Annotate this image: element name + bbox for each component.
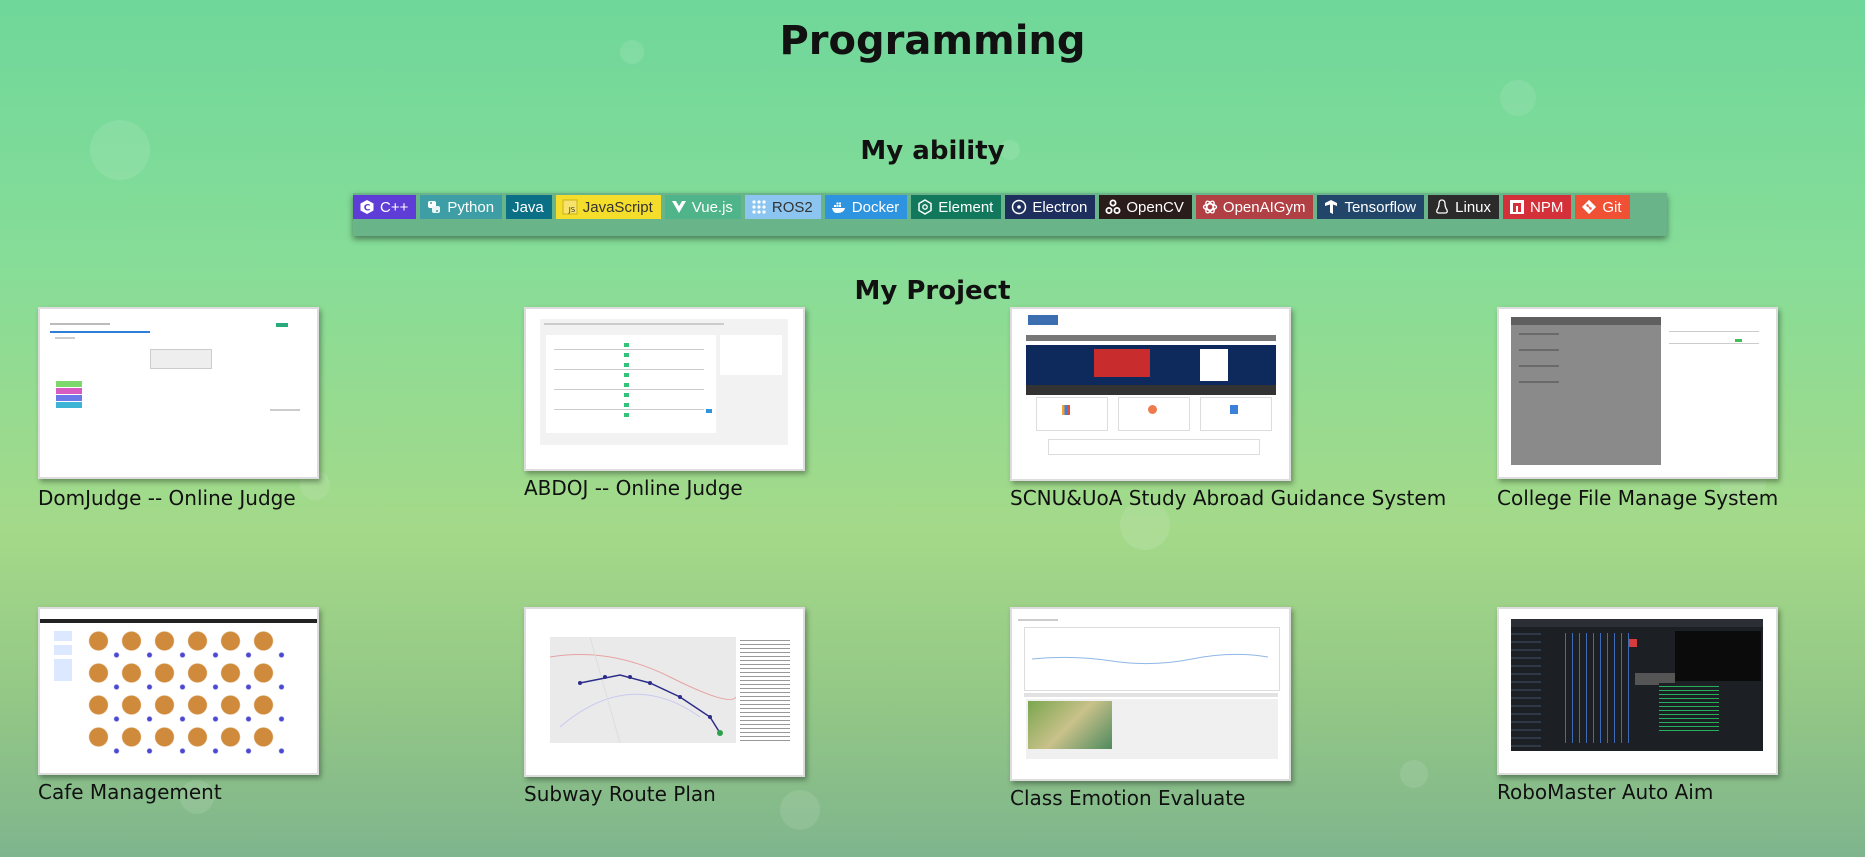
badge-label: OpenAIGym — [1222, 198, 1306, 216]
badge-label: OpenCV — [1126, 198, 1184, 216]
project-thumbnail-cafe[interactable] — [38, 607, 319, 775]
npm-icon — [1509, 199, 1525, 215]
project-caption: Cafe Management — [38, 780, 222, 804]
badge-label: Python — [447, 198, 495, 216]
project-caption: SCNU&UoA Study Abroad Guidance System — [1010, 486, 1447, 510]
python-icon — [426, 199, 442, 215]
project-heading: My Project — [854, 276, 1011, 306]
ros-icon — [751, 199, 767, 215]
linux-icon — [1434, 199, 1450, 215]
badge-vuejs: Vue.js — [664, 195, 741, 219]
badge-element: Element — [911, 195, 1002, 219]
badge-label: Git — [1602, 198, 1622, 216]
ability-heading: My ability — [860, 136, 1005, 166]
electron-icon — [1011, 199, 1027, 215]
project-thumbnail-subway[interactable] — [524, 607, 805, 777]
element-icon — [917, 199, 933, 215]
badge-label: Linux — [1455, 198, 1491, 216]
tensorflow-icon — [1323, 199, 1339, 215]
project-caption: DomJudge -- Online Judge — [38, 486, 296, 510]
badge-label: Docker — [851, 198, 900, 216]
project-caption: Subway Route Plan — [524, 782, 716, 806]
project-caption: College File Manage System — [1497, 486, 1779, 510]
badge-label: Electron — [1032, 198, 1088, 216]
badge-ros2: ROS2 — [744, 195, 821, 219]
badge-python: Python — [420, 195, 503, 219]
project-thumbnail-robomaster[interactable] — [1497, 607, 1778, 775]
svg-text:JS: JS — [567, 206, 575, 214]
page-title: Programming — [779, 18, 1086, 64]
badge-label: ROS2 — [771, 198, 813, 216]
badge-git: Git — [1575, 195, 1630, 219]
badge-linux: Linux — [1428, 195, 1499, 219]
docker-icon — [831, 199, 847, 215]
project-caption: Class Emotion Evaluate — [1010, 786, 1246, 810]
badge-npm: NPM — [1503, 195, 1572, 219]
project-thumbnail-domjudge[interactable] — [38, 307, 319, 479]
badge-label: C++ — [380, 198, 409, 216]
vuejs-icon — [671, 199, 687, 215]
badge-javascript: JS JavaScript — [555, 195, 661, 219]
badge-label: Element — [938, 198, 994, 216]
project-thumbnail-study-abroad[interactable] — [1010, 307, 1291, 481]
project-thumbnail-emotion[interactable] — [1010, 607, 1291, 781]
project-caption: RoboMaster Auto Aim — [1497, 780, 1714, 804]
git-icon — [1581, 199, 1597, 215]
badge-docker: Docker — [824, 195, 908, 219]
badge-label: NPM — [1530, 198, 1564, 216]
badge-openaigym: OpenAIGym — [1195, 195, 1314, 219]
project-thumbnail-file-manage[interactable] — [1497, 307, 1778, 479]
badge-java: Java — [506, 195, 552, 219]
badge-electron: Electron — [1005, 195, 1096, 219]
badge-label: Tensorflow — [1344, 198, 1417, 216]
project-caption: ABDOJ -- Online Judge — [524, 476, 743, 500]
badge-opencv: OpenCV — [1099, 195, 1192, 219]
badge-label: Java — [512, 198, 544, 216]
badge-tensorflow: Tensorflow — [1317, 195, 1425, 219]
cplusplus-icon: C — [359, 199, 375, 215]
skill-badge-bar: C C++ Python Java JS JavaScript Vue.js R… — [353, 193, 1667, 236]
project-thumbnail-abdoj[interactable] — [524, 307, 805, 471]
badge-label: JavaScript — [582, 198, 653, 216]
badge-cplusplus: C C++ — [353, 195, 417, 219]
opencv-icon — [1105, 199, 1121, 215]
javascript-icon: JS — [562, 199, 578, 215]
openai-icon — [1202, 199, 1218, 215]
svg-text:C: C — [364, 204, 371, 214]
badge-label: Vue.js — [691, 198, 733, 216]
